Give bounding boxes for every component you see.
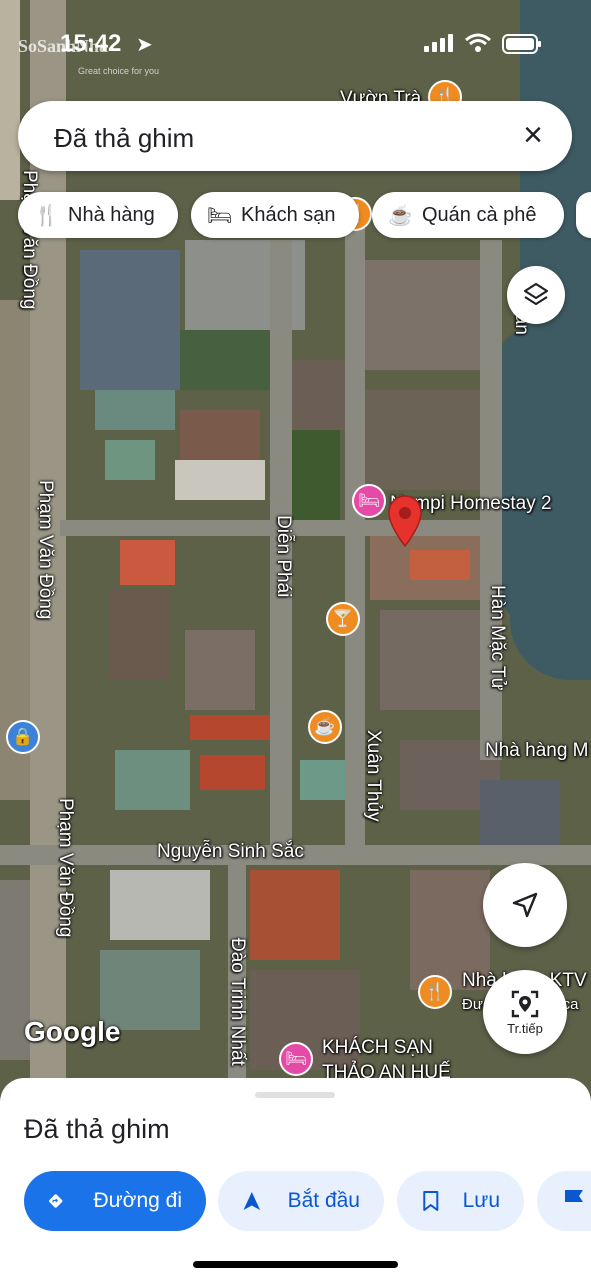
street-label: Nguyễn Sinh Sắc: [157, 841, 304, 862]
google-logo: Google: [24, 1016, 121, 1047]
buildings-block: [175, 460, 265, 500]
save-button[interactable]: Lưu: [397, 1171, 524, 1231]
lock-poi-icon[interactable]: 🔒: [6, 720, 40, 754]
battery-icon: [502, 34, 541, 54]
buildings-block: [95, 390, 175, 430]
dropped-pin-icon[interactable]: [387, 494, 423, 550]
street-label: Đào Trinh Nhất: [227, 938, 248, 1066]
street-label: Phạm Văn Đồng: [19, 170, 40, 310]
buildings-block: [360, 260, 500, 370]
search-bar[interactable]: Đã thả ghim ×: [18, 101, 572, 171]
directions-icon: [49, 1194, 63, 1208]
flag-icon: [565, 1190, 583, 1213]
search-query[interactable]: Đã thả ghim: [54, 123, 194, 154]
sheet-title: Đã thả ghim: [24, 1114, 170, 1144]
bottom-sheet[interactable]: Đã thả ghim Đường đi Bắt đầu Lưu: [0, 1078, 591, 1280]
home-indicator[interactable]: [193, 1261, 398, 1268]
buildings-block: [200, 755, 265, 790]
place-label[interactable]: Nhà hàng M: [485, 740, 589, 762]
buildings-block: [290, 360, 350, 430]
chip-label: Nhà hàng: [68, 203, 155, 226]
buildings-block: [250, 870, 340, 960]
save-label: Lưu: [462, 1189, 500, 1212]
chip-restaurants[interactable]: 🍴 Nhà hàng: [18, 192, 178, 238]
directions-button[interactable]: Đường đi: [24, 1171, 206, 1231]
bed-icon: 🛏: [207, 204, 233, 227]
cafe-poi-icon[interactable]: ☕: [308, 710, 342, 744]
buildings-block: [120, 540, 175, 585]
sheet-drag-handle[interactable]: [255, 1092, 335, 1098]
buildings-block: [180, 330, 270, 390]
buildings-block: [290, 430, 340, 520]
street-label: Hàn Mặc Tử: [487, 585, 508, 691]
directions-label: Đường đi: [93, 1189, 182, 1212]
street-label: Phạm Văn Đồng: [35, 480, 56, 620]
buildings-block: [110, 870, 210, 940]
navigation-icon: [243, 1191, 261, 1211]
status-bar: SoSanhNha Great choice for you 15:42 ➤: [0, 28, 591, 76]
buildings-block: [105, 440, 155, 480]
street-label: Xuân Thủy: [363, 730, 384, 822]
street-view-icon: [511, 990, 539, 1017]
layers-icon: [523, 282, 549, 306]
buildings-block: [180, 410, 260, 460]
my-location-button[interactable]: [483, 863, 567, 947]
chip-hotels[interactable]: 🛏 Khách sạn: [191, 192, 359, 238]
start-label: Bắt đầu: [287, 1189, 360, 1212]
close-icon[interactable]: ×: [516, 118, 550, 153]
street-view-label: Tr.tiếp: [507, 1020, 543, 1036]
buildings-block: [410, 550, 470, 580]
buildings-block: [115, 750, 190, 810]
buildings-block: [80, 250, 180, 390]
bookmark-icon: [423, 1191, 439, 1211]
buildings-block: [110, 590, 170, 680]
street-label: Diễn Phái: [273, 515, 294, 598]
layers-button[interactable]: [507, 266, 565, 324]
buildings-block: [185, 630, 255, 710]
river-bend-2: [510, 560, 591, 680]
place-label[interactable]: KHÁCH SẠN: [322, 1037, 433, 1059]
watermark-tagline: Great choice for you: [78, 66, 160, 76]
location-arrow-icon: ➤: [136, 34, 153, 56]
wifi-icon: [465, 33, 491, 52]
chip-label: Khách sạn: [241, 203, 336, 226]
buildings-block: [190, 715, 270, 740]
buildings-block: [380, 610, 490, 710]
hotel-poi-icon[interactable]: 🛏: [279, 1042, 313, 1076]
signal-icon: [424, 34, 453, 52]
chip-cafes[interactable]: ☕ Quán cà phê: [372, 192, 564, 238]
buildings-block: [360, 390, 490, 490]
chip-more[interactable]: [576, 192, 591, 238]
coffee-cup-icon: ☕: [388, 204, 413, 227]
bar-poi-icon[interactable]: 🍸: [326, 602, 360, 636]
clock: 15:42: [60, 30, 122, 57]
fork-knife-icon: 🍴: [34, 204, 59, 227]
flag-button[interactable]: [537, 1171, 591, 1231]
chip-label: Quán cà phê: [422, 203, 537, 226]
street-label: Phạm Văn Đồng: [55, 798, 76, 938]
restaurant-poi-icon[interactable]: 🍴: [418, 975, 452, 1009]
navigation-arrow-icon: [512, 892, 538, 918]
start-button[interactable]: Bắt đầu: [218, 1171, 384, 1231]
street-view-button[interactable]: Tr.tiếp: [483, 970, 567, 1054]
hotel-poi-icon[interactable]: 🛏: [352, 484, 386, 518]
